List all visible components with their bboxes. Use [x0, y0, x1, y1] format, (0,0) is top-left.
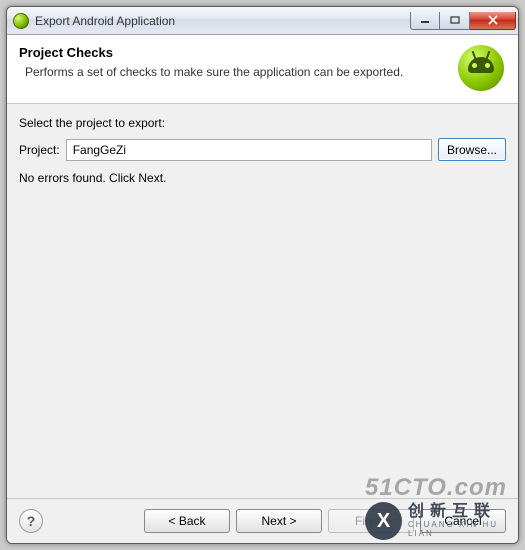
app-icon [13, 13, 29, 29]
help-button[interactable]: ? [19, 509, 43, 533]
window-title: Export Android Application [35, 14, 410, 28]
android-icon [458, 45, 504, 91]
project-input[interactable] [66, 139, 432, 161]
project-label: Project: [19, 143, 60, 157]
minimize-button[interactable] [410, 12, 440, 30]
wizard-header: Project Checks Performs a set of checks … [7, 35, 518, 104]
wizard-content: Select the project to export: Project: B… [7, 104, 518, 498]
wizard-footer: ? < Back Next > Finish Cancel [7, 498, 518, 543]
status-message: No errors found. Click Next. [19, 171, 506, 185]
next-button[interactable]: Next > [236, 509, 322, 533]
titlebar[interactable]: Export Android Application [7, 7, 518, 35]
page-description: Performs a set of checks to make sure th… [19, 64, 448, 81]
page-title: Project Checks [19, 45, 448, 60]
finish-button: Finish [328, 509, 414, 533]
maximize-button[interactable] [440, 12, 470, 30]
dialog-window: Export Android Application Project Check… [6, 6, 519, 544]
cancel-button[interactable]: Cancel [420, 509, 506, 533]
select-project-label: Select the project to export: [19, 116, 506, 130]
close-button[interactable] [470, 12, 516, 30]
back-button[interactable]: < Back [144, 509, 230, 533]
window-controls [410, 12, 516, 30]
browse-button[interactable]: Browse... [438, 138, 506, 161]
